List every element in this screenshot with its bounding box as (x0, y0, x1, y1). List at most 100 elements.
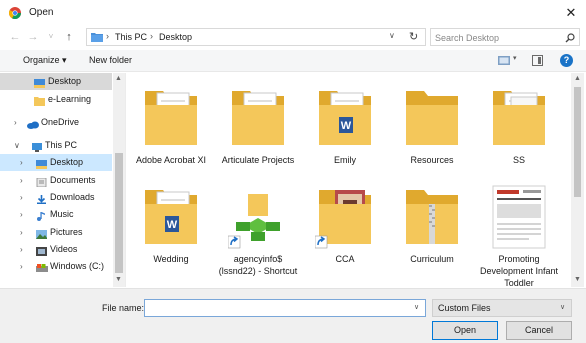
file-item[interactable]: Promoting Development Infant Toddler (475, 180, 563, 287)
chevron-right-icon[interactable]: › (20, 224, 23, 241)
chevron-right-icon[interactable]: › (20, 241, 23, 258)
file-item[interactable]: agencyinfo$ (lssnd22) - Shortcut (214, 180, 302, 280)
file-name-label: File name: (102, 303, 145, 313)
file-item-label: Emily (334, 155, 356, 165)
title-bar: Open ✕ (0, 0, 586, 26)
chevron-right-icon[interactable]: › (20, 172, 23, 189)
sidebar-item-label: Music (50, 209, 74, 219)
chevron-right-icon[interactable]: › (20, 206, 23, 223)
sidebar-item-label: Pictures (50, 227, 83, 237)
navigation-pane: ▲ ▼ Desktop e-Learning › OneDrive ∨ This PC › D… (0, 73, 126, 287)
sidebar-item-desktop[interactable]: Desktop (0, 73, 112, 90)
sidebar-item-videos[interactable]: › Videos (0, 241, 112, 258)
open-button[interactable]: Open (432, 321, 498, 340)
sidebar-item-pictures[interactable]: › Pictures (0, 224, 112, 241)
view-dropdown-button[interactable]: ▾ (513, 54, 517, 62)
file-item[interactable]: W Wedding (127, 180, 215, 280)
help-icon[interactable]: ? (560, 54, 573, 67)
file-item[interactable]: Resources (388, 81, 476, 181)
nav-scroll-thumb[interactable] (115, 153, 123, 273)
desktop-folder-icon (36, 158, 47, 169)
sidebar-item-onedrive[interactable]: › OneDrive (0, 114, 112, 131)
sidebar-item-desktop[interactable]: › Desktop (0, 154, 112, 171)
file-name-input[interactable] (148, 302, 403, 315)
search-box[interactable] (430, 28, 580, 46)
chevron-right-icon[interactable]: › (20, 154, 23, 171)
sidebar-item-this-pc[interactable]: ∨ This PC (0, 137, 112, 154)
file-item-label: Articulate Projects (221, 155, 295, 165)
search-icon[interactable] (565, 33, 575, 43)
view-options-icon[interactable] (498, 56, 510, 65)
sidebar-item-downloads[interactable]: › Downloads (0, 189, 112, 206)
cancel-button[interactable]: Cancel (506, 321, 572, 340)
file-name-combobox[interactable]: ∨ (144, 299, 426, 317)
file-item-label: SS (512, 155, 525, 165)
chevron-right-icon[interactable]: › (20, 258, 23, 275)
scroll-down-arrow[interactable]: ▼ (115, 276, 122, 283)
chevron-down-icon[interactable]: ∨ (389, 31, 395, 40)
file-item-label: agencyinfo$ (lssnd22) - Shortcut (218, 254, 298, 276)
file-type-select[interactable]: Custom Files ∨ (432, 299, 572, 317)
sidebar-item-music[interactable]: › Music (0, 206, 112, 223)
chevron-right-icon[interactable]: › (20, 189, 23, 206)
chrome-icon (9, 7, 21, 19)
file-item-label: Promoting Development Infant Toddler (479, 254, 559, 287)
search-input[interactable] (435, 31, 555, 44)
content-scrollbar[interactable]: ▲ ▼ (571, 73, 584, 287)
chevron-down-icon: ∨ (560, 304, 566, 311)
forward-button[interactable]: → (26, 29, 40, 45)
address-bar[interactable]: › This PC › Desktop ∨ ↻ (86, 28, 426, 46)
downloads-icon (36, 193, 47, 204)
content-scroll-thumb[interactable] (574, 87, 581, 197)
scroll-up-arrow[interactable]: ▲ (574, 75, 581, 82)
sidebar-item-e-learning[interactable]: e-Learning (0, 91, 112, 108)
address-row: ← → ˅ ↑ › This PC › Desktop ∨ ↻ (0, 26, 586, 48)
sidebar-item-label: Videos (50, 244, 78, 254)
word-document-folder-icon: W (315, 83, 375, 151)
preview-pane-icon[interactable] (532, 55, 543, 66)
folder-icon (91, 33, 103, 42)
breadcrumb-separator: › (150, 31, 153, 41)
organize-button[interactable]: Organize ▾ (23, 55, 67, 66)
videos-icon (36, 245, 47, 256)
back-button[interactable]: ← (8, 29, 22, 45)
breadcrumb-separator: › (106, 31, 109, 41)
sidebar-item-label: Downloads (50, 192, 95, 202)
file-item[interactable]: W Emily (301, 81, 389, 181)
sidebar-item-documents[interactable]: › Documents (0, 172, 112, 189)
file-item[interactable]: e Adobe Acrobat XI (127, 81, 215, 181)
dialog-footer: File name: ∨ Custom Files ∨ Open Cancel (0, 288, 586, 343)
file-item[interactable]: Curriculum (388, 180, 476, 280)
chevron-down-icon[interactable]: ∨ (14, 137, 20, 154)
refresh-icon[interactable]: ↻ (409, 30, 418, 43)
up-button[interactable]: ↑ (62, 29, 76, 45)
command-toolbar: Organize ▾ New folder ▾ ? (0, 50, 586, 72)
sidebar-item-label: OneDrive (41, 117, 80, 127)
internet-explorer-folder-icon: e (141, 83, 201, 151)
breadcrumb-this-pc[interactable]: This PC (115, 32, 147, 42)
file-item[interactable]: Articulate Projects (214, 81, 302, 181)
word-document-folder-icon: W (141, 182, 201, 250)
file-type-value: Custom Files (438, 303, 491, 313)
file-item[interactable]: SS (475, 81, 563, 181)
new-folder-button[interactable]: New folder (89, 55, 132, 65)
sidebar-item-windows-c[interactable]: › Windows (C:) (0, 258, 112, 275)
chevron-right-icon[interactable]: › (14, 114, 17, 131)
nav-scrollbar[interactable]: ▲ ▼ (113, 73, 125, 287)
sidebar-item-label: Documents (50, 175, 96, 185)
close-button[interactable]: ✕ (562, 4, 580, 22)
file-item[interactable]: CCA (301, 180, 389, 280)
file-item-label: Resources (410, 155, 454, 165)
computer-icon (31, 141, 42, 152)
sidebar-item-label: Desktop (50, 157, 84, 167)
breadcrumb-desktop[interactable]: Desktop (159, 32, 192, 42)
photo-folder-shortcut-icon (314, 182, 375, 250)
sidebar-item-label: This PC (45, 140, 78, 150)
sidebar-item-label: Desktop (48, 76, 82, 86)
network-shortcut-icon (227, 182, 288, 250)
scroll-down-arrow[interactable]: ▼ (574, 276, 581, 283)
recent-locations-button[interactable]: ˅ (44, 29, 58, 45)
chevron-down-icon[interactable]: ∨ (414, 303, 419, 311)
cloud-icon (27, 118, 39, 129)
scroll-up-arrow[interactable]: ▲ (115, 75, 122, 82)
